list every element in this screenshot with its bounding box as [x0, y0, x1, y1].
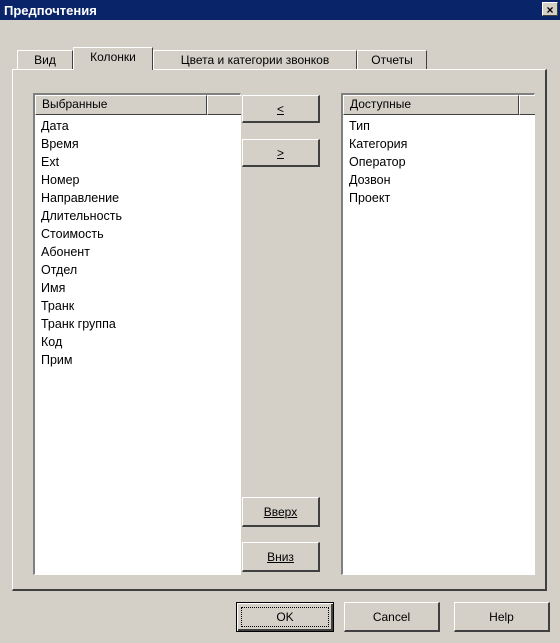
selected-list-header-filler — [207, 95, 241, 115]
tab-columns-label: Колонки — [90, 50, 136, 64]
available-list-header-filler — [519, 95, 535, 115]
tab-view[interactable]: Вид — [17, 50, 73, 70]
available-columns-list[interactable]: Доступные Тип Категория Оператор Дозвон … — [341, 93, 535, 575]
list-item[interactable]: Проект — [349, 189, 407, 207]
move-left-label: < — [276, 102, 284, 116]
list-item[interactable]: Имя — [41, 279, 122, 297]
close-button[interactable]: × — [542, 2, 558, 17]
tab-reports-label: Отчеты — [371, 53, 413, 67]
available-list-header-label: Доступные — [350, 97, 411, 111]
list-item[interactable]: Отдел — [41, 261, 122, 279]
window-title: Предпочтения — [4, 3, 97, 18]
move-down-button[interactable]: Вниз — [242, 542, 320, 572]
tab-columns[interactable]: Колонки — [73, 47, 153, 70]
selected-list-header[interactable]: Выбранные — [35, 95, 207, 115]
tab-view-label: Вид — [34, 53, 56, 67]
title-bar: Предпочтения × — [0, 0, 560, 20]
columns-tab-panel: Выбранные Дата Время Ext Номер Направлен… — [12, 69, 547, 591]
move-right-button[interactable]: > — [242, 139, 320, 167]
list-item[interactable]: Транк — [41, 297, 122, 315]
move-up-button[interactable]: Вверх — [242, 497, 320, 527]
list-item[interactable]: Время — [41, 135, 122, 153]
ok-button[interactable]: OK — [236, 602, 334, 632]
list-item[interactable]: Оператор — [349, 153, 407, 171]
selected-columns-list[interactable]: Выбранные Дата Время Ext Номер Направлен… — [33, 93, 241, 575]
tab-colors-categories-label: Цвета и категории звонков — [180, 53, 330, 67]
list-item[interactable]: Направление — [41, 189, 122, 207]
list-item[interactable]: Номер — [41, 171, 122, 189]
move-up-label: Вверх — [263, 505, 298, 519]
list-item[interactable]: Дата — [41, 117, 122, 135]
list-item[interactable]: Категория — [349, 135, 407, 153]
focus-rect — [241, 607, 329, 627]
selected-list-header-label: Выбранные — [42, 97, 108, 111]
list-item[interactable]: Ext — [41, 153, 122, 171]
close-icon: × — [546, 3, 554, 17]
available-items: Тип Категория Оператор Дозвон Проект — [349, 117, 407, 207]
list-item[interactable]: Дозвон — [349, 171, 407, 189]
selected-items: Дата Время Ext Номер Направление Длитель… — [41, 117, 122, 369]
list-item[interactable]: Прим — [41, 351, 122, 369]
move-down-label: Вниз — [267, 550, 294, 564]
list-item[interactable]: Тип — [349, 117, 407, 135]
list-item[interactable]: Код — [41, 333, 122, 351]
list-item[interactable]: Абонент — [41, 243, 122, 261]
cancel-label: Cancel — [372, 610, 411, 624]
list-item[interactable]: Стоимость — [41, 225, 122, 243]
cancel-button[interactable]: Cancel — [344, 602, 440, 632]
tab-reports[interactable]: Отчеты — [357, 50, 427, 70]
move-right-label: > — [276, 146, 284, 160]
move-left-button[interactable]: < — [242, 95, 320, 123]
help-label: Help — [489, 610, 514, 624]
help-button[interactable]: Help — [454, 602, 550, 632]
list-item[interactable]: Транк группа — [41, 315, 122, 333]
list-item[interactable]: Длительность — [41, 207, 122, 225]
available-list-header[interactable]: Доступные — [343, 95, 519, 115]
tab-colors-categories[interactable]: Цвета и категории звонков — [153, 50, 357, 70]
